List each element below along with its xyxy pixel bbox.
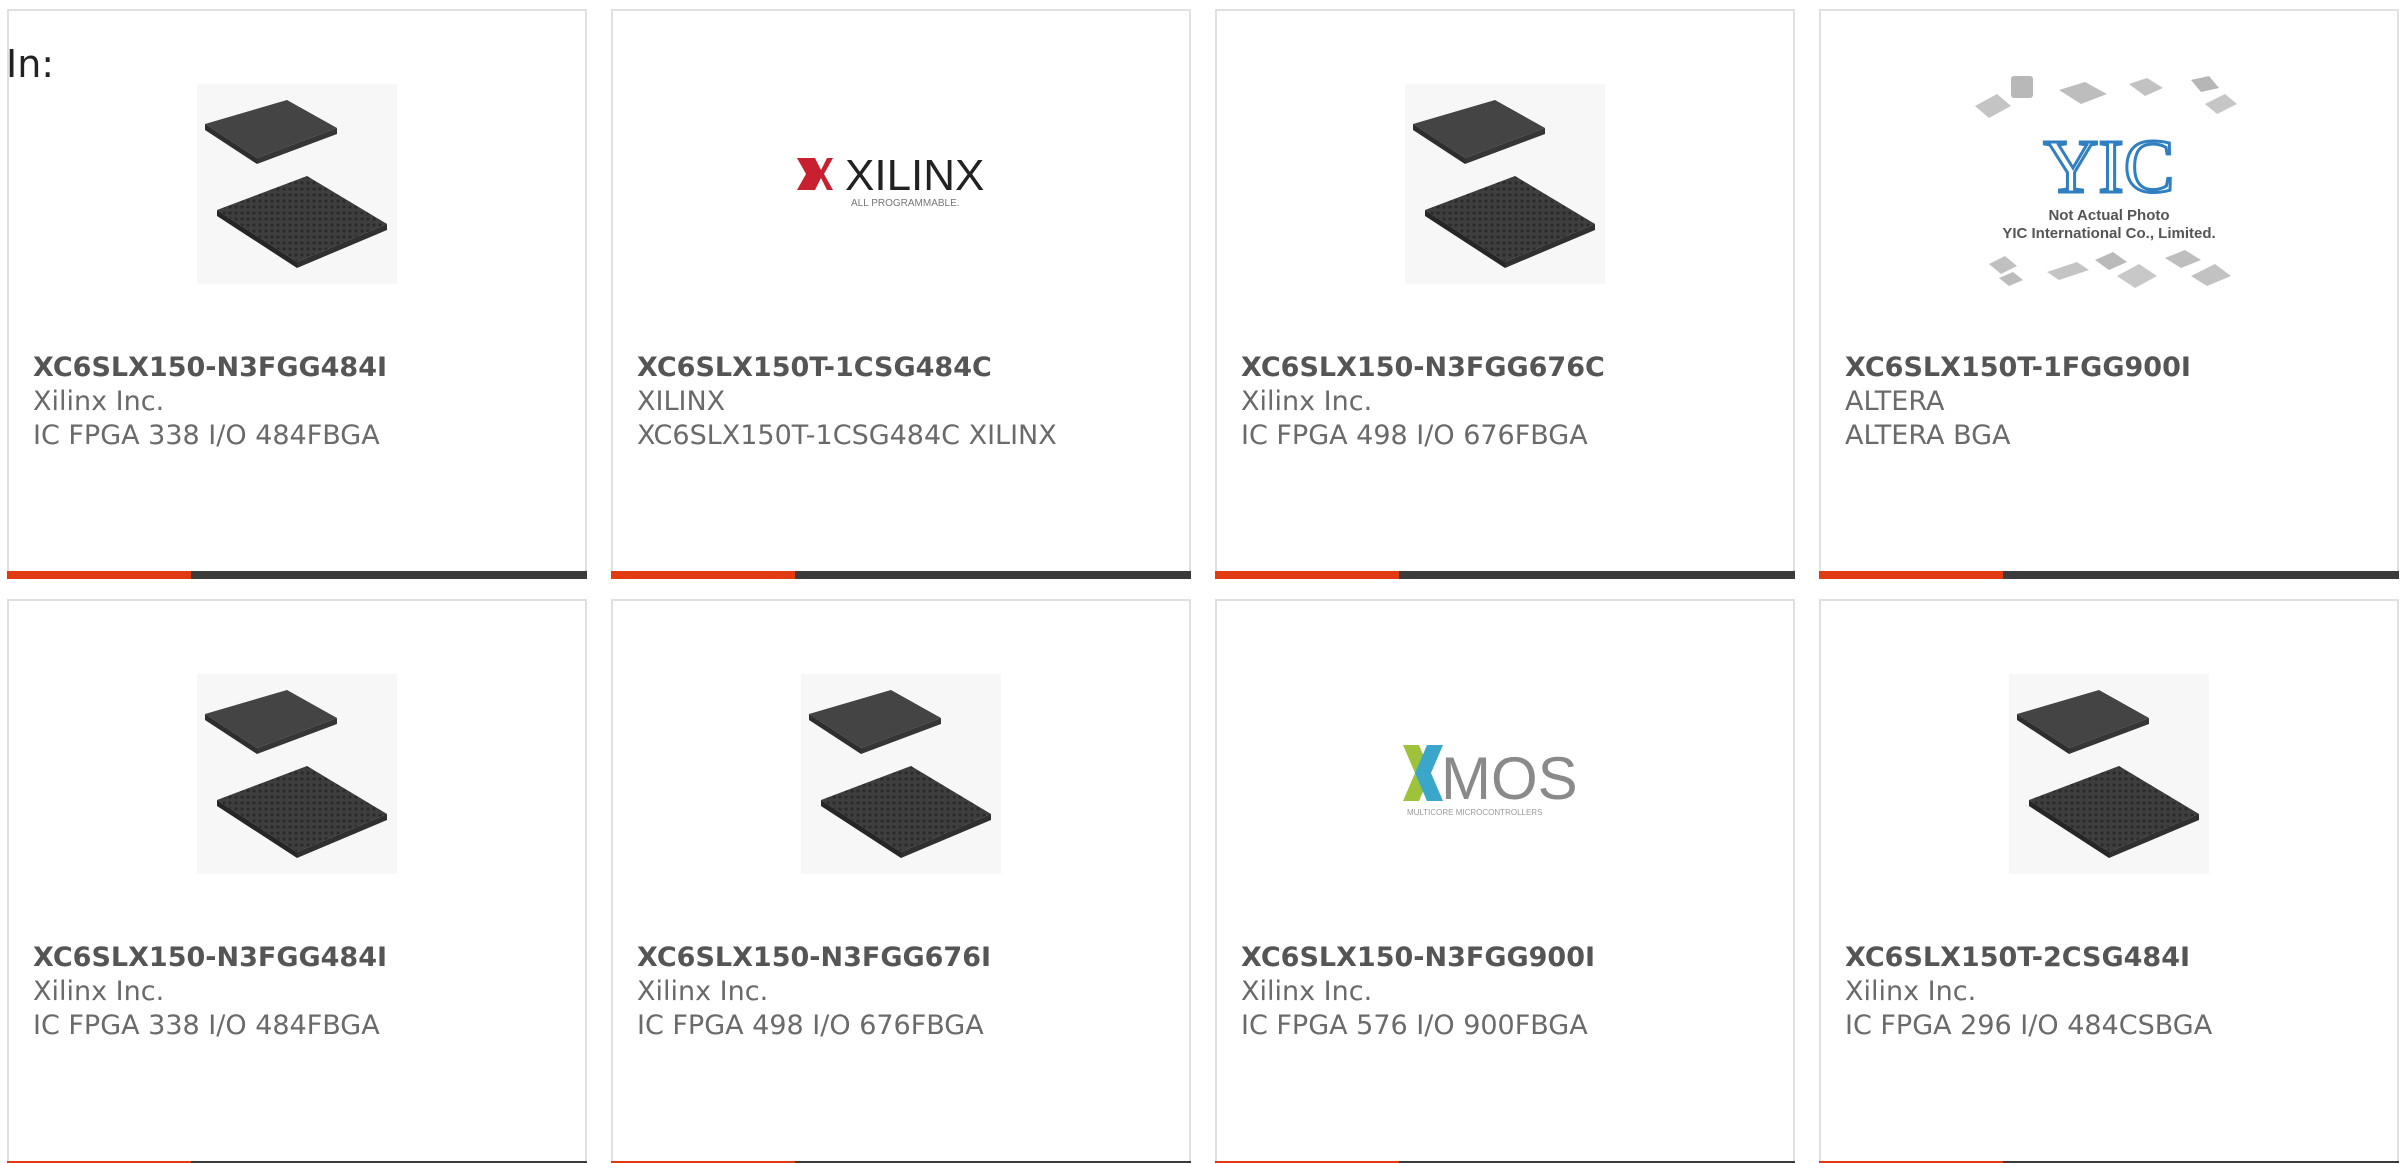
product-card[interactable]: XILINX ALL PROGRAMMABLE. XC6SLX150T-1CSG48… [611, 9, 1191, 579]
product-card[interactable]: XC6SLX150-N3FGG484I Xilinx Inc. IC FPGA 33… [7, 9, 587, 579]
accent-bar-segment [1819, 571, 2003, 579]
part-number-link[interactable]: XC6SLX150T-1FGG900I [1845, 351, 2385, 385]
part-number-link[interactable]: XC6SLX150-N3FGG484I [33, 351, 573, 385]
product-card[interactable]: YIC Not Actual Photo YIC International Co.… [1819, 9, 2399, 579]
part-number-link[interactable]: XC6SLX150T-1CSG484C [637, 351, 1177, 385]
part-number-link[interactable]: XC6SLX150-N3FGG676C [1241, 351, 1781, 385]
xmos-logo-text: MOS [1441, 745, 1578, 812]
product-info: XC6SLX150T-2CSG484I Xilinx Inc. IC FPGA 29… [1845, 941, 2385, 1043]
product-image[interactable] [613, 669, 1189, 879]
product-image[interactable] [9, 79, 585, 289]
product-image[interactable]: XILINX ALL PROGRAMMABLE. [613, 79, 1189, 289]
product-card[interactable]: XC6SLX150-N3FGG484I Xilinx Inc. IC FPGA 33… [7, 599, 587, 1163]
product-description: IC FPGA 498 I/O 676FBGA [1241, 420, 1588, 451]
yic-not-actual-photo-text: Not Actual Photo [2048, 207, 2169, 224]
manufacturer-name: Xilinx Inc. [1241, 386, 1373, 417]
bga-chip-image [1405, 84, 1605, 284]
xmos-logo-tagline: MULTICORE MICROCONTROLLERS [1407, 808, 1542, 817]
xilinx-logo-text: XILINX [845, 151, 984, 200]
product-description: ALTERA BGA [1845, 420, 2011, 451]
yic-company-name-text: YIC International Co., Limited. [2002, 225, 2215, 242]
manufacturer-name: Xilinx Inc. [637, 976, 769, 1007]
dark-bar-segment [1399, 571, 1795, 579]
manufacturer-name: Xilinx Inc. [33, 386, 165, 417]
product-image[interactable] [1821, 669, 2397, 879]
product-description: XC6SLX150T-1CSG484C XILINX [637, 420, 1057, 451]
product-card[interactable]: XC6SLX150-N3FGG676C Xilinx Inc. IC FPGA 49… [1215, 9, 1795, 579]
card-footer-bar [611, 571, 1191, 579]
product-info: XC6SLX150-N3FGG676I Xilinx Inc. IC FPGA 49… [637, 941, 1177, 1043]
manufacturer-name: XILINX [637, 386, 726, 417]
dark-bar-segment [2003, 571, 2399, 579]
accent-bar-segment [611, 571, 795, 579]
part-number-link[interactable]: XC6SLX150-N3FGG676I [637, 941, 1177, 975]
card-footer-bar [1215, 571, 1795, 579]
bga-chip-image [197, 674, 397, 874]
product-card[interactable]: XC6SLX150T-2CSG484I Xilinx Inc. IC FPGA 29… [1819, 599, 2399, 1163]
bga-chip-image [197, 84, 397, 284]
manufacturer-name: Xilinx Inc. [1845, 976, 1977, 1007]
xilinx-logo: XILINXALL PROGRAMMABLE. [797, 151, 984, 209]
product-image[interactable]: MOS MULTICORE MICROCONTROLLERS [1217, 669, 1793, 879]
yic-placeholder: YICNot Actual PhotoYIC International Co.… [1975, 76, 2237, 288]
card-footer-bar [7, 571, 587, 579]
product-description: IC FPGA 498 I/O 676FBGA [637, 1010, 984, 1041]
product-info: XC6SLX150-N3FGG900I Xilinx Inc. IC FPGA 57… [1241, 941, 1781, 1043]
manufacturer-name: ALTERA [1845, 386, 1945, 417]
manufacturer-name: Xilinx Inc. [1241, 976, 1373, 1007]
yic-logo-text: YIC [2044, 125, 2175, 209]
part-number-link[interactable]: XC6SLX150T-2CSG484I [1845, 941, 2385, 975]
product-description: IC FPGA 338 I/O 484FBGA [33, 420, 380, 451]
page-label: In: [6, 42, 55, 86]
bga-chip-image [2009, 674, 2209, 874]
xmos-logo: MOSMULTICORE MICROCONTROLLERS [1403, 745, 1578, 817]
accent-bar-segment [7, 571, 191, 579]
product-info: XC6SLX150-N3FGG484I Xilinx Inc. IC FPGA 33… [33, 351, 573, 453]
xilinx-logo-tagline: ALL PROGRAMMABLE. [851, 198, 960, 209]
part-number-link[interactable]: XC6SLX150-N3FGG484I [33, 941, 573, 975]
product-listing-page: In: XC6SLX150-N3FGG484I Xilinx Inc. IC FPG… [0, 0, 2400, 1163]
product-info: XC6SLX150-N3FGG676C Xilinx Inc. IC FPGA 49… [1241, 351, 1781, 453]
manufacturer-name: Xilinx Inc. [33, 976, 165, 1007]
product-card[interactable]: MOS MULTICORE MICROCONTROLLERS XC6SLX150-N… [1215, 599, 1795, 1163]
product-image[interactable] [9, 669, 585, 879]
part-number-link[interactable]: XC6SLX150-N3FGG900I [1241, 941, 1781, 975]
product-grid: XC6SLX150-N3FGG484I Xilinx Inc. IC FPGA 33… [7, 9, 2399, 1163]
accent-bar-segment [1215, 571, 1399, 579]
product-image[interactable]: YIC Not Actual Photo YIC International Co.… [1821, 76, 2397, 289]
product-info: XC6SLX150-N3FGG484I Xilinx Inc. IC FPGA 33… [33, 941, 573, 1043]
bga-chip-image [801, 674, 1001, 874]
card-footer-bar [1819, 571, 2399, 579]
product-info: XC6SLX150T-1FGG900I ALTERA ALTERA BGA [1845, 351, 2385, 453]
product-description: IC FPGA 296 I/O 484CSBGA [1845, 1010, 2213, 1041]
product-image[interactable] [1217, 79, 1793, 289]
dark-bar-segment [795, 571, 1191, 579]
product-description: IC FPGA 576 I/O 900FBGA [1241, 1010, 1588, 1041]
product-info: XC6SLX150T-1CSG484C XILINX XC6SLX150T-1CSG… [637, 351, 1177, 453]
product-card[interactable]: XC6SLX150-N3FGG676I Xilinx Inc. IC FPGA 49… [611, 599, 1191, 1163]
product-description: IC FPGA 338 I/O 484FBGA [33, 1010, 380, 1041]
dark-bar-segment [191, 571, 587, 579]
